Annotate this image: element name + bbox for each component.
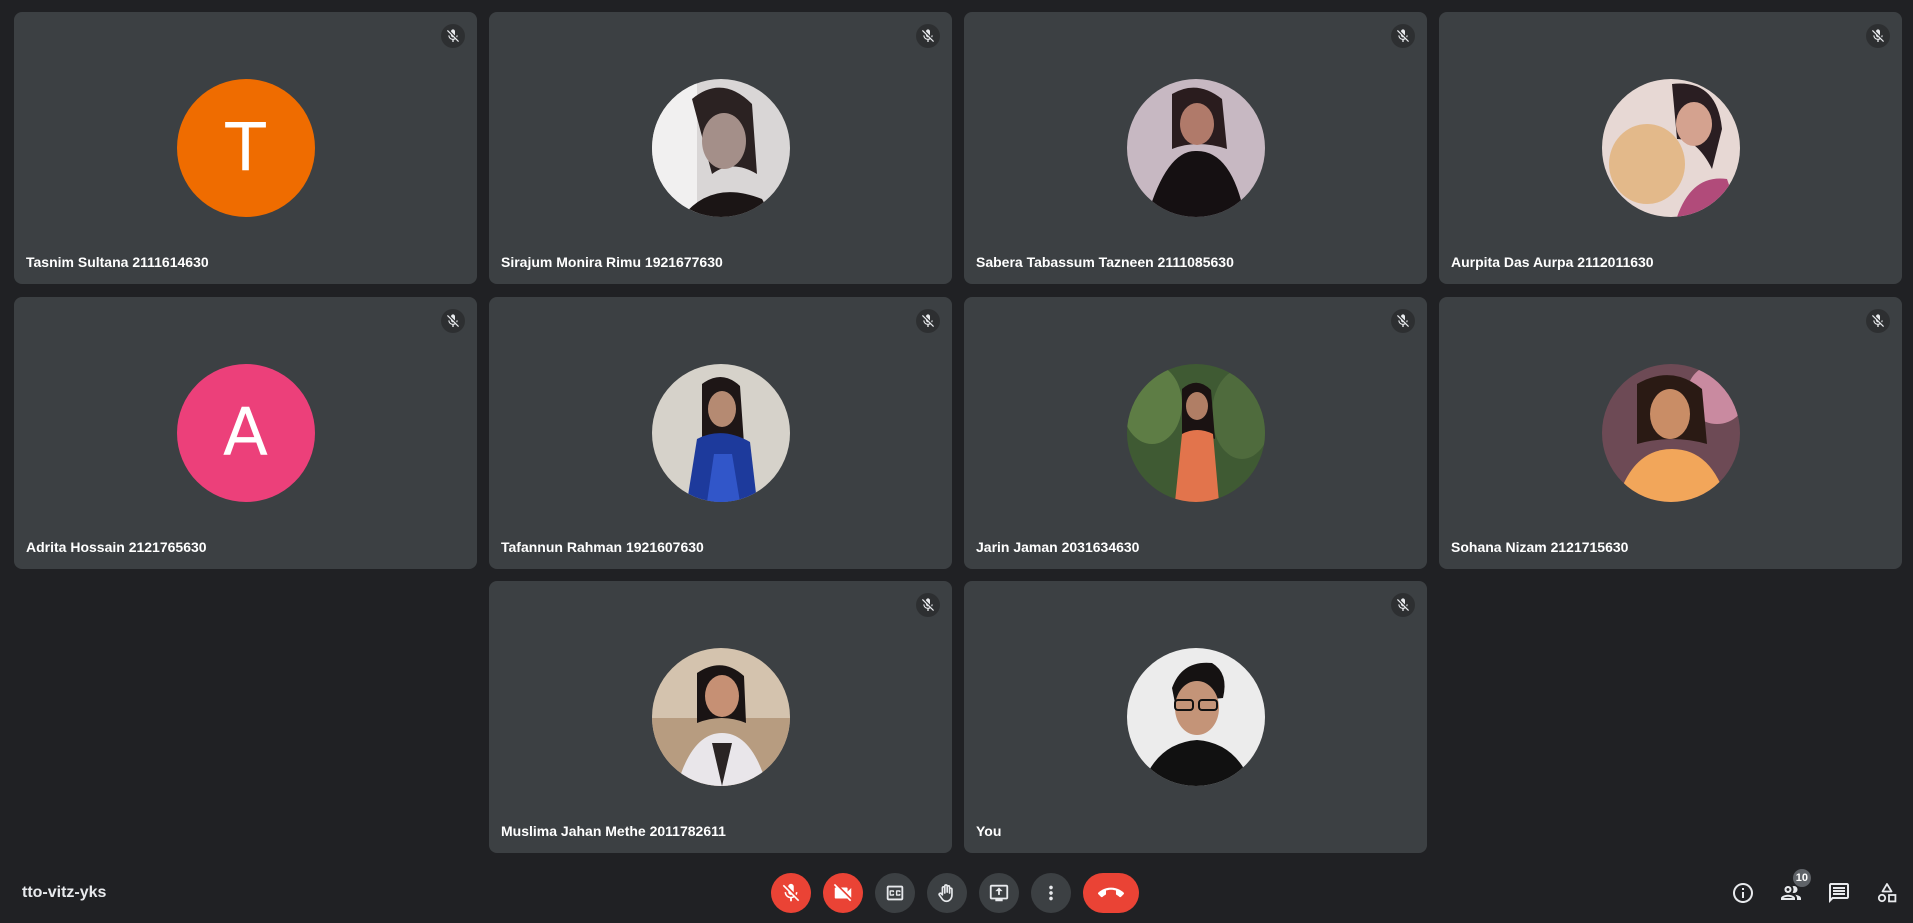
mic-off-icon	[922, 314, 934, 327]
participant-name: Sohana Nizam 2121715630	[1451, 539, 1629, 555]
meet-call-window: T Tasnim Sultana 2111614630 Sirajum Moni…	[0, 0, 1913, 923]
participant-name: Jarin Jaman 2031634630	[976, 539, 1140, 555]
participant-photo	[651, 648, 790, 786]
hand-icon	[938, 884, 953, 903]
participant-tile[interactable]: Aurpita Das Aurpa 2112011630	[1439, 12, 1902, 284]
mic-off-icon	[1872, 29, 1884, 42]
participant-tile[interactable]: Sirajum Monira Rimu 1921677630	[489, 12, 952, 284]
mic-off-button[interactable]	[771, 873, 811, 913]
mic-muted-indicator	[441, 309, 465, 333]
participant-name: Sabera Tabassum Tazneen 2111085630	[976, 254, 1234, 270]
participant-photo	[1126, 364, 1265, 502]
captions-icon	[886, 885, 904, 901]
participant-grid: T Tasnim Sultana 2111614630 Sirajum Moni…	[0, 0, 1913, 860]
more-vert-icon	[1049, 885, 1053, 901]
mic-muted-indicator	[441, 24, 465, 48]
chat-icon	[1829, 883, 1849, 903]
participant-tile[interactable]: Sabera Tabassum Tazneen 2111085630	[964, 12, 1427, 284]
side-panel-toggles: 10	[1729, 869, 1901, 907]
meeting-details-button[interactable]	[1729, 879, 1757, 907]
participant-tile[interactable]: Muslima Jahan Methe 2011782611	[489, 581, 952, 853]
people-button[interactable]: 10	[1777, 869, 1811, 907]
mic-off-icon	[447, 29, 459, 42]
meeting-code: tto-vitz-yks	[22, 884, 107, 901]
mic-muted-indicator	[916, 309, 940, 333]
participant-name: Adrita Hossain 2121765630	[26, 539, 207, 555]
captions-button[interactable]	[875, 873, 915, 913]
avatar-initial: A	[222, 394, 269, 471]
mic-off-icon	[1397, 598, 1409, 611]
mic-muted-indicator	[916, 593, 940, 617]
participant-photo	[1126, 79, 1265, 217]
participant-count-badge: 10	[1792, 869, 1811, 887]
camera-off-button[interactable]	[823, 873, 863, 913]
participant-photo	[1126, 648, 1265, 786]
present-screen-button[interactable]	[979, 873, 1019, 913]
participant-avatar: T	[176, 79, 315, 217]
more-options-button[interactable]	[1031, 873, 1071, 913]
avatar-initial: T	[225, 109, 266, 186]
mic-muted-indicator	[1866, 309, 1890, 333]
leave-call-button[interactable]	[1083, 873, 1139, 913]
participant-name: Tafannun Rahman 1921607630	[501, 539, 704, 555]
mic-muted-indicator	[1391, 24, 1415, 48]
present-icon	[989, 884, 1009, 902]
mic-muted-indicator	[1866, 24, 1890, 48]
participant-tile-self[interactable]: You	[964, 581, 1427, 853]
call-controls	[771, 873, 1139, 913]
participant-tile[interactable]: Jarin Jaman 2031634630	[964, 297, 1427, 569]
mic-off-icon	[1872, 314, 1884, 327]
participant-photo	[651, 79, 790, 217]
call-end-icon	[1098, 887, 1124, 898]
participant-photo	[651, 364, 790, 502]
mic-off-icon	[447, 314, 459, 327]
mic-off-icon	[782, 883, 800, 902]
participant-name: You	[976, 823, 1002, 839]
raise-hand-button[interactable]	[927, 873, 967, 913]
participant-name: Sirajum Monira Rimu 1921677630	[501, 254, 723, 270]
mic-off-icon	[922, 598, 934, 611]
participant-name: Muslima Jahan Methe 2011782611	[501, 823, 726, 839]
mic-muted-indicator	[1391, 593, 1415, 617]
participant-tile[interactable]: Sohana Nizam 2121715630	[1439, 297, 1902, 569]
videocam-off-icon	[833, 883, 852, 902]
participant-avatar: A	[176, 364, 315, 502]
participant-photo	[1601, 79, 1740, 217]
activities-button[interactable]	[1873, 879, 1901, 907]
participant-name: Tasnim Sultana 2111614630	[26, 254, 209, 270]
activities-icon	[1877, 883, 1897, 903]
mic-muted-indicator	[1391, 309, 1415, 333]
participant-tile[interactable]: Tafannun Rahman 1921607630	[489, 297, 952, 569]
participant-tile[interactable]: T Tasnim Sultana 2111614630	[14, 12, 477, 284]
mic-muted-indicator	[916, 24, 940, 48]
participant-name: Aurpita Das Aurpa 2112011630	[1451, 254, 1654, 270]
call-controls-bar: tto-vitz-yks 10	[0, 860, 1913, 923]
info-icon	[1733, 883, 1753, 903]
chat-button[interactable]	[1825, 879, 1853, 907]
mic-off-icon	[1397, 314, 1409, 327]
participant-tile[interactable]: A Adrita Hossain 2121765630	[14, 297, 477, 569]
mic-off-icon	[922, 29, 934, 42]
participant-photo	[1601, 364, 1740, 502]
mic-off-icon	[1397, 29, 1409, 42]
